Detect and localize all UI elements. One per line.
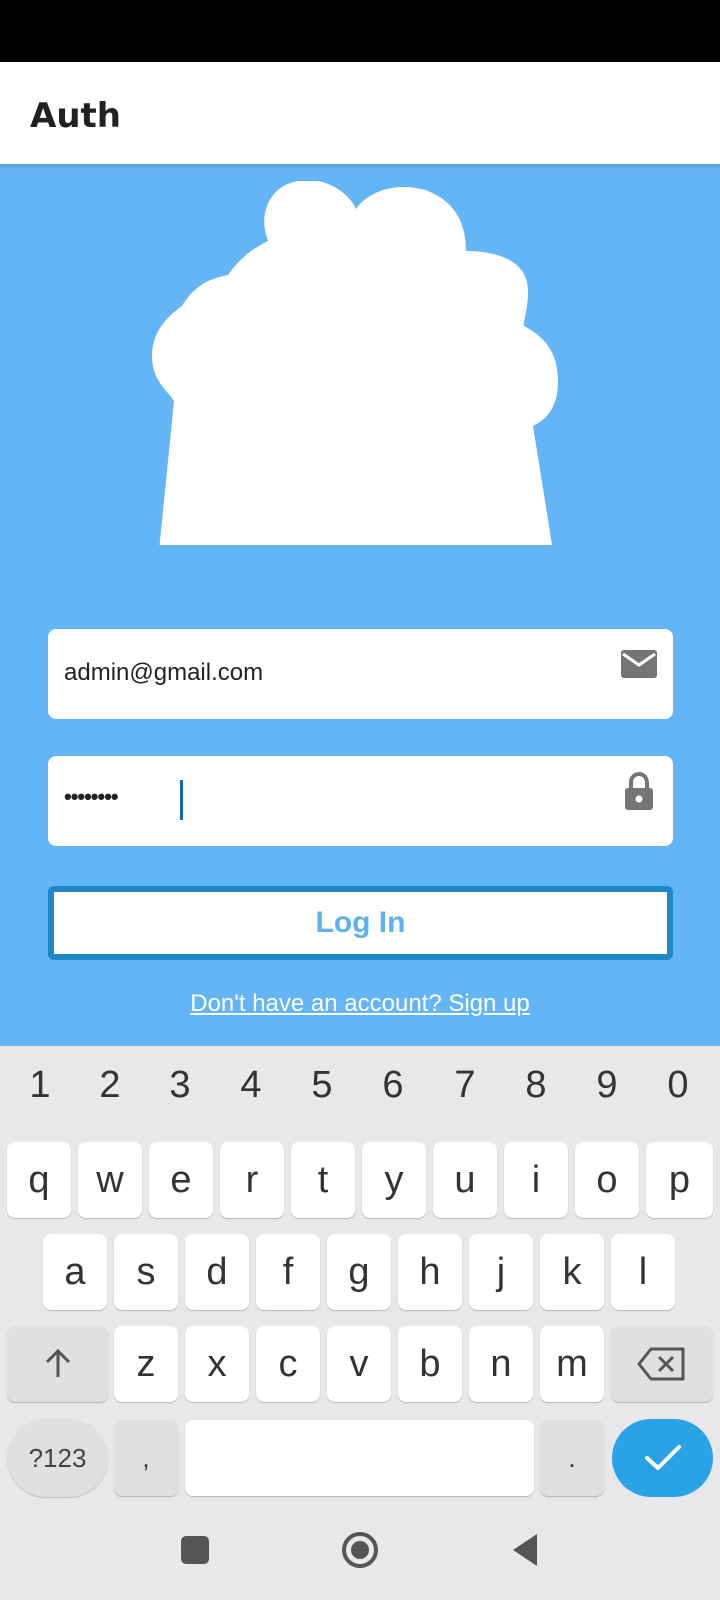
key-d[interactable]: d: [185, 1234, 249, 1310]
key-c[interactable]: c: [256, 1326, 320, 1402]
key-3[interactable]: 3: [150, 1064, 210, 1107]
key-o[interactable]: o: [575, 1142, 639, 1218]
key-0[interactable]: 0: [648, 1064, 708, 1107]
key-j[interactable]: j: [469, 1234, 533, 1310]
auth-screen: admin@gmail.com •••••••• Log In Don't ha…: [0, 164, 720, 1046]
key-comma[interactable]: ,: [114, 1420, 178, 1496]
key-a[interactable]: a: [43, 1234, 107, 1310]
app-title: Auth: [30, 96, 121, 136]
lock-icon: [625, 772, 653, 810]
key-period[interactable]: .: [540, 1420, 604, 1496]
key-v[interactable]: v: [327, 1326, 391, 1402]
key-r[interactable]: r: [220, 1142, 284, 1218]
key-5[interactable]: 5: [292, 1064, 352, 1107]
email-input-value: admin@gmail.com: [64, 659, 264, 686]
key-b[interactable]: b: [398, 1326, 462, 1402]
key-y[interactable]: y: [362, 1142, 426, 1218]
key-i[interactable]: i: [504, 1142, 568, 1218]
space-key[interactable]: [185, 1420, 534, 1496]
text-cursor: [180, 780, 183, 820]
email-field[interactable]: admin@gmail.com: [48, 629, 673, 719]
login-button[interactable]: Log In: [48, 886, 673, 960]
key-m[interactable]: m: [540, 1326, 604, 1402]
key-w[interactable]: w: [78, 1142, 142, 1218]
backspace-icon: [637, 1347, 685, 1381]
signup-link[interactable]: Don't have an account? Sign up: [0, 990, 720, 1018]
key-2[interactable]: 2: [80, 1064, 140, 1107]
key-8[interactable]: 8: [506, 1064, 566, 1107]
key-s[interactable]: s: [114, 1234, 178, 1310]
key-n[interactable]: n: [469, 1326, 533, 1402]
key-7[interactable]: 7: [435, 1064, 495, 1107]
key-u[interactable]: u: [433, 1142, 497, 1218]
key-h[interactable]: h: [398, 1234, 462, 1310]
key-z[interactable]: z: [114, 1326, 178, 1402]
key-q[interactable]: q: [7, 1142, 71, 1218]
home-icon[interactable]: [340, 1530, 380, 1570]
cloud-logo: [152, 181, 558, 545]
backspace-key[interactable]: [611, 1326, 713, 1402]
check-icon: [644, 1445, 681, 1470]
key-f[interactable]: f: [256, 1234, 320, 1310]
number-row: 1 2 3 4 5 6 7 8 9 0: [0, 1064, 720, 1114]
key-t[interactable]: t: [291, 1142, 355, 1218]
password-input-value: ••••••••: [64, 784, 119, 809]
key-k[interactable]: k: [540, 1234, 604, 1310]
symbols-key[interactable]: ?123: [7, 1419, 108, 1497]
key-g[interactable]: g: [327, 1234, 391, 1310]
key-4[interactable]: 4: [221, 1064, 281, 1107]
recents-icon[interactable]: [175, 1530, 215, 1570]
key-x[interactable]: x: [185, 1326, 249, 1402]
password-field[interactable]: ••••••••: [48, 756, 673, 846]
status-bar: [0, 0, 720, 62]
key-p[interactable]: p: [646, 1142, 713, 1218]
email-icon: [621, 650, 657, 678]
shift-icon: [45, 1348, 70, 1377]
key-l[interactable]: l: [611, 1234, 675, 1310]
key-e[interactable]: e: [149, 1142, 213, 1218]
navigation-bar: [0, 1500, 720, 1600]
back-icon[interactable]: [505, 1530, 545, 1570]
shift-key[interactable]: [7, 1326, 108, 1402]
key-6[interactable]: 6: [363, 1064, 423, 1107]
login-button-label: Log In: [315, 906, 406, 939]
key-1[interactable]: 1: [10, 1064, 70, 1107]
enter-key[interactable]: [612, 1419, 713, 1497]
app-bar: Auth: [0, 62, 720, 164]
key-9[interactable]: 9: [577, 1064, 637, 1107]
